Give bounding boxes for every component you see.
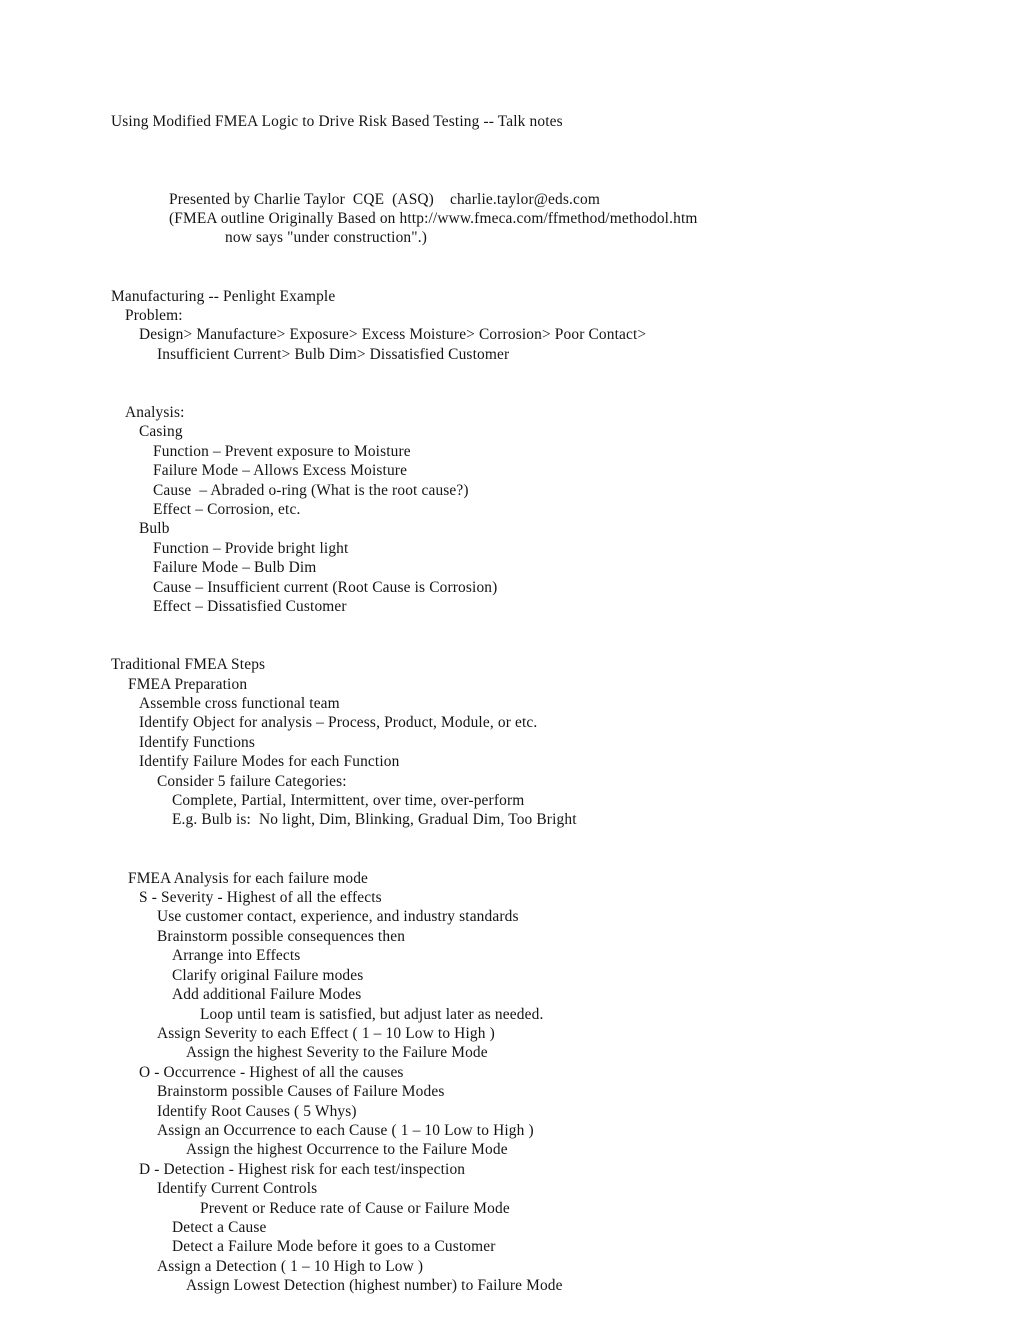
list-item: Failure Mode – Allows Excess Moisture <box>153 462 408 480</box>
list-item: Assign Lowest Detection (highest number)… <box>186 1277 563 1295</box>
document-page: Using Modified FMEA Logic to Drive Risk … <box>0 0 1020 1320</box>
list-item: Identify Failure Modes for each Function <box>139 753 400 771</box>
list-item: Failure Mode – Bulb Dim <box>153 559 317 577</box>
list-item: Clarify original Failure modes <box>172 966 364 984</box>
list-item: Design> Manufacture> Exposure> Excess Mo… <box>139 326 647 344</box>
list-item: Arrange into Effects <box>172 947 301 965</box>
list-item: FMEA Analysis for each failure mode <box>128 869 369 887</box>
list-item: Detect a Cause <box>172 1218 267 1236</box>
list-item: Complete, Partial, Intermittent, over ti… <box>172 792 525 810</box>
list-item: Detect a Failure Mode before it goes to … <box>172 1238 496 1256</box>
presenter-line: Presented by Charlie Taylor CQE (ASQ) ch… <box>169 190 600 208</box>
list-item: Assign a Detection ( 1 – 10 High to Low … <box>157 1257 424 1275</box>
list-item: Identify Current Controls <box>157 1180 318 1198</box>
list-item: Casing <box>139 423 183 441</box>
problem-analysis-spacer-1 <box>111 364 941 383</box>
list-item: Cause – Insufficient current (Root Cause… <box>153 578 498 596</box>
prep-analysis-spacer-2 <box>111 849 941 868</box>
section-heading-manufacturing: Manufacturing -- Penlight Example <box>111 287 336 305</box>
section-spacer-1 <box>111 616 941 635</box>
title-spacer-3 <box>111 170 941 189</box>
list-item: Assemble cross functional team <box>139 695 340 713</box>
byline-spacer-1 <box>111 248 941 267</box>
list-item: Assign the highest Severity to the Failu… <box>186 1044 488 1062</box>
page-title: Using Modified FMEA Logic to Drive Risk … <box>111 113 563 130</box>
list-item: Prevent or Reduce rate of Cause or Failu… <box>200 1199 510 1217</box>
list-item: Brainstorm possible Causes of Failure Mo… <box>157 1083 445 1101</box>
list-item: Assign the highest Occurrence to the Fai… <box>186 1141 508 1159</box>
list-item: Problem: <box>125 306 183 324</box>
list-item: Identify Object for analysis – Process, … <box>139 714 538 732</box>
title-spacer-1 <box>111 131 941 150</box>
list-item: Loop until team is satisfied, but adjust… <box>200 1005 544 1023</box>
list-item: Add additional Failure Modes <box>172 986 362 1004</box>
prep-analysis-spacer-1 <box>111 830 941 849</box>
list-item: Consider 5 failure Categories: <box>157 772 347 790</box>
list-item: Assign an Occurrence to each Cause ( 1 –… <box>157 1121 534 1139</box>
list-item: E.g. Bulb is: No light, Dim, Blinking, G… <box>172 811 577 829</box>
list-item: Function – Provide bright light <box>153 539 349 557</box>
byline-spacer-2 <box>111 267 941 286</box>
problem-analysis-spacer-2 <box>111 384 941 403</box>
source-url-line: (FMEA outline Originally Based on http:/… <box>169 209 698 227</box>
list-item: Cause – Abraded o-ring (What is the root… <box>153 481 469 499</box>
list-item: FMEA Preparation <box>128 675 248 693</box>
title-spacer-2 <box>111 151 941 170</box>
list-item: S - Severity - Highest of all the effect… <box>139 889 382 907</box>
list-item: Insufficient Current> Bulb Dim> Dissatis… <box>157 345 510 363</box>
section-spacer-2 <box>111 636 941 655</box>
list-item: Function – Prevent exposure to Moisture <box>153 442 411 460</box>
document-body: Using Modified FMEA Logic to Drive Risk … <box>111 112 941 1296</box>
list-item: Bulb <box>139 520 170 538</box>
list-item: Effect – Dissatisfied Customer <box>153 598 347 616</box>
list-item: Identify Root Causes ( 5 Whys) <box>157 1102 357 1120</box>
list-item: Use customer contact, experience, and in… <box>157 908 519 926</box>
list-item: D - Detection - Highest risk for each te… <box>139 1160 466 1178</box>
section-heading-traditional-fmea: Traditional FMEA Steps <box>111 656 266 674</box>
list-item: Identify Functions <box>139 733 256 751</box>
source-url-continuation: now says "under construction".) <box>225 229 427 247</box>
list-item: Analysis: <box>125 403 185 421</box>
list-item: Brainstorm possible consequences then <box>157 927 406 945</box>
list-item: Assign Severity to each Effect ( 1 – 10 … <box>157 1024 495 1042</box>
list-item: Effect – Corrosion, etc. <box>153 501 301 519</box>
list-item: O - Occurrence - Highest of all the caus… <box>139 1063 404 1081</box>
